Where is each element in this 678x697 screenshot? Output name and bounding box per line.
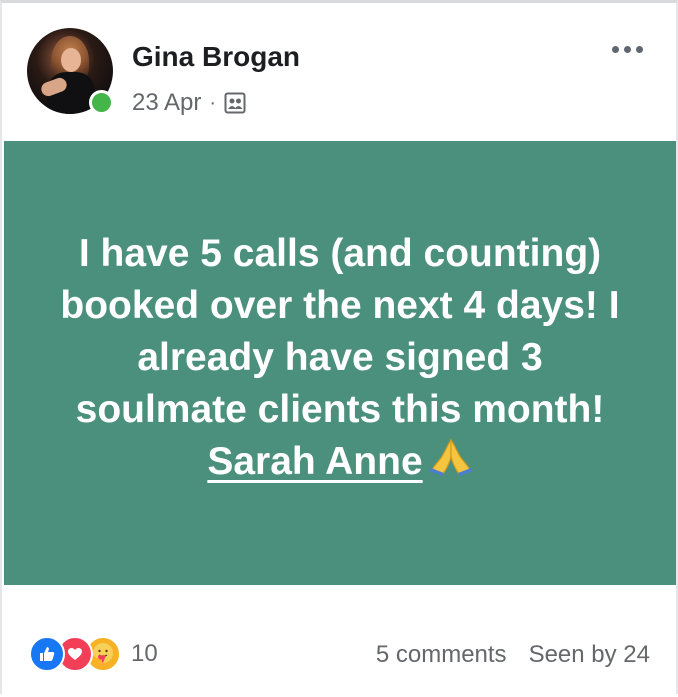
group-icon — [224, 92, 246, 114]
pray-emoji — [428, 436, 473, 490]
like-icon — [29, 636, 65, 672]
post-stats: 5 comments Seen by 24 — [376, 641, 650, 669]
post-header: Gina Brogan 23 Apr · — [2, 3, 676, 141]
mention-link[interactable]: Sarah Anne — [207, 440, 422, 483]
author-name[interactable]: Gina Brogan — [132, 41, 300, 73]
post-body: I have 5 calls (and counting) booked ove… — [60, 231, 620, 431]
avatar-face — [61, 48, 81, 72]
seen-by[interactable]: Seen by 24 — [529, 641, 650, 669]
comments-count[interactable]: 5 comments — [376, 641, 507, 669]
post-text: I have 5 calls (and counting) booked ove… — [50, 228, 630, 491]
online-status-indicator — [89, 90, 114, 115]
post-date[interactable]: 23 Apr — [132, 89, 201, 117]
reactions-summary[interactable]: 10 — [29, 636, 158, 672]
reaction-count: 10 — [131, 640, 158, 667]
meta-separator: · — [209, 91, 217, 114]
post-card: Gina Brogan 23 Apr · I have 5 calls (and… — [0, 0, 678, 694]
post-text-background: I have 5 calls (and counting) booked ove… — [4, 141, 676, 585]
post-footer: 10 5 comments Seen by 24 — [2, 585, 676, 697]
post-meta: 23 Apr · — [132, 89, 246, 117]
more-options-icon[interactable] — [612, 39, 656, 59]
